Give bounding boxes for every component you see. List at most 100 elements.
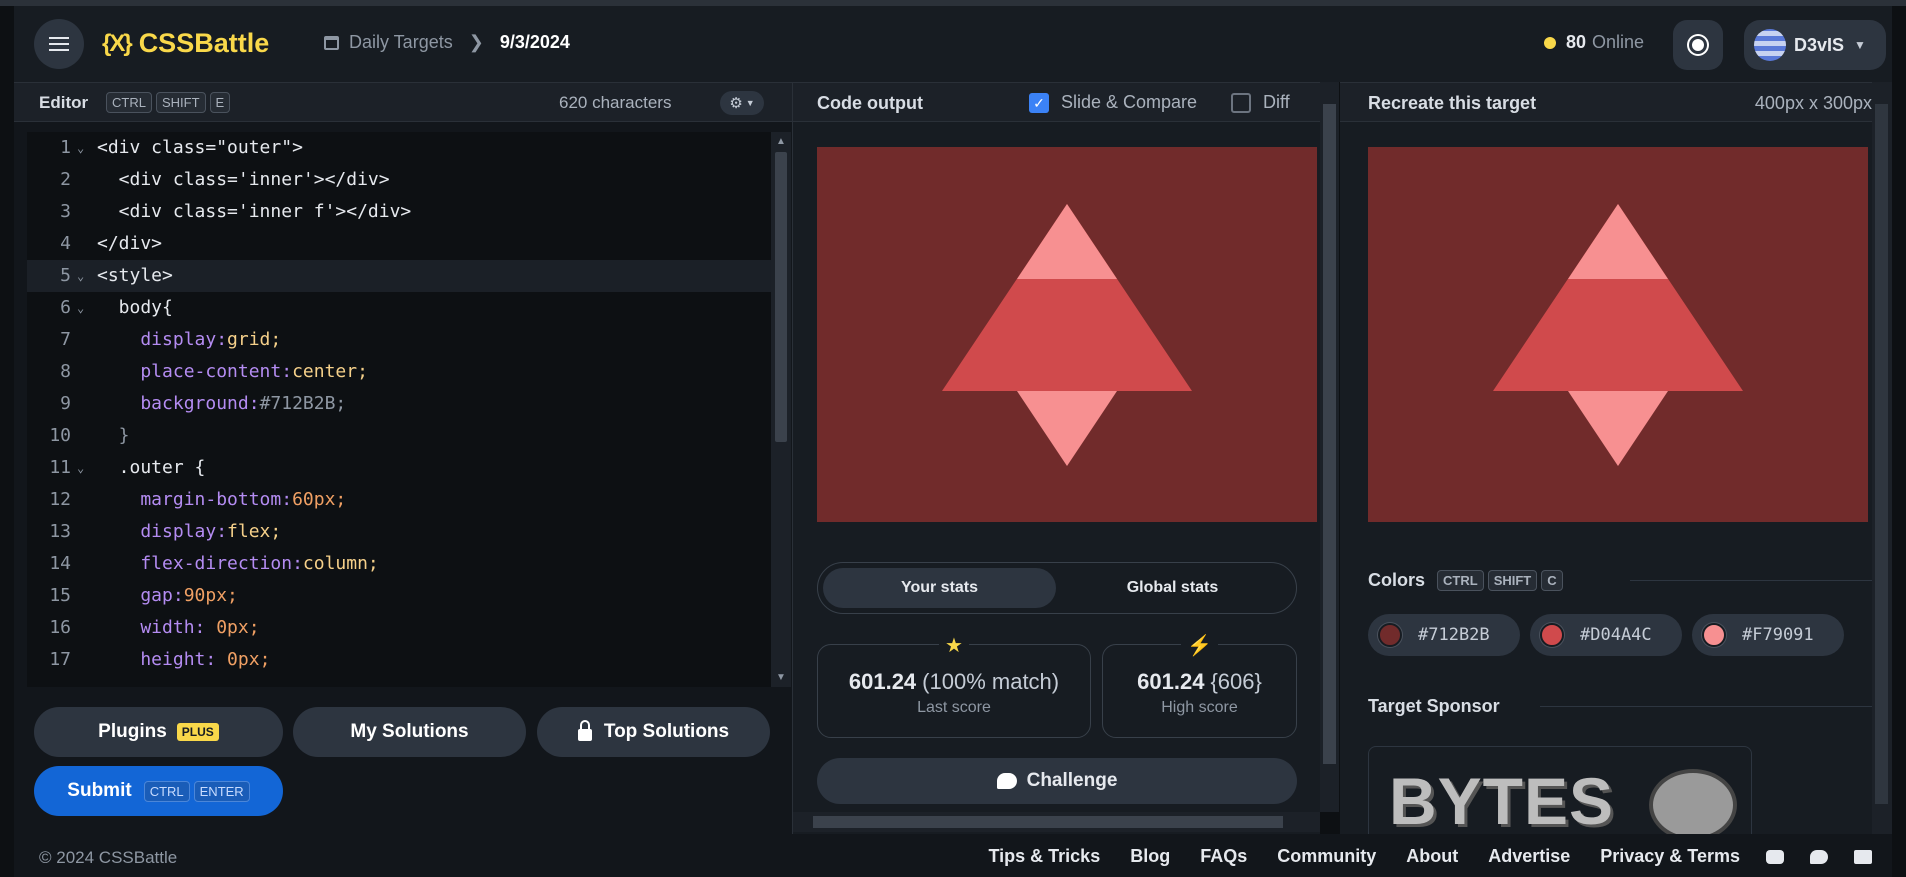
character-count: 620 characters xyxy=(559,93,672,112)
code-property: display: xyxy=(97,521,228,542)
menu-button[interactable] xyxy=(34,19,84,69)
user-menu-button[interactable]: D3vIS ▼ xyxy=(1744,20,1886,70)
scroll-down-icon[interactable]: ▼ xyxy=(776,672,786,683)
my-solutions-button[interactable]: My Solutions xyxy=(293,707,526,757)
gear-icon: ⚙ xyxy=(729,95,743,112)
line-number: 9 xyxy=(60,393,71,414)
color-swatch[interactable]: #712B2B xyxy=(1368,614,1520,656)
breadcrumb-daily-targets[interactable]: Daily Targets xyxy=(349,32,453,53)
footer-link-privacy[interactable]: Privacy & Terms xyxy=(1600,846,1740,867)
submit-button[interactable]: Submit CTRL ENTER xyxy=(34,766,283,816)
fold-icon[interactable]: ⌄ xyxy=(77,132,84,164)
line-number: 13 xyxy=(49,521,71,542)
output-horizontal-scrollbar[interactable] xyxy=(793,812,1320,832)
discord-icon[interactable] xyxy=(1766,849,1784,864)
target-scrollbar[interactable] xyxy=(1872,82,1892,834)
slide-compare-toggle[interactable]: ✓ Slide & Compare xyxy=(1029,92,1198,114)
challenge-label: Challenge xyxy=(1026,770,1118,791)
online-count: 80 xyxy=(1566,32,1587,52)
footer-link-community[interactable]: Community xyxy=(1277,846,1376,867)
scrollbar-thumb[interactable] xyxy=(1875,104,1888,804)
code-property: height: xyxy=(97,649,217,670)
diff-label: Diff xyxy=(1263,92,1290,112)
high-score-card: ⚡ 601.24 {606} High score xyxy=(1102,635,1297,738)
tab-your-stats[interactable]: Your stats xyxy=(823,568,1056,608)
slide-compare-label: Slide & Compare xyxy=(1061,92,1198,112)
fold-icon[interactable]: ⌄ xyxy=(77,452,84,484)
divider xyxy=(1630,580,1872,581)
code-value: 90px; xyxy=(183,585,238,606)
code-line: 4 </div> xyxy=(27,228,783,260)
color-swatch[interactable]: #F79091 xyxy=(1692,614,1844,656)
code-line: 15 gap:90px; xyxy=(27,580,783,612)
divider xyxy=(1540,706,1872,707)
code-text: body{ xyxy=(97,297,173,318)
editor-shortcut: CTRL SHIFT E xyxy=(102,92,231,113)
code-property: place-content: xyxy=(97,361,293,382)
twitter-icon[interactable] xyxy=(1810,849,1828,864)
code-value: 0px; xyxy=(205,617,260,638)
color-hex: #F79091 xyxy=(1742,625,1814,645)
sun-icon xyxy=(1692,39,1704,51)
scrollbar-thumb[interactable] xyxy=(775,152,787,442)
chevron-right-icon: ❯ xyxy=(468,32,484,52)
mouth-icon xyxy=(1649,769,1737,841)
scrollbar-thumb[interactable] xyxy=(1323,104,1336,764)
top-solutions-button[interactable]: Top Solutions xyxy=(537,707,770,757)
submit-label: Submit xyxy=(67,780,132,801)
code-value: grid; xyxy=(227,329,282,350)
footer-link-about[interactable]: About xyxy=(1406,846,1458,867)
last-score-match: (100% match) xyxy=(922,669,1060,694)
target-sponsor-title: Target Sponsor xyxy=(1368,696,1500,716)
footer-link-blog[interactable]: Blog xyxy=(1130,846,1170,867)
plugins-button[interactable]: Plugins PLUS xyxy=(34,707,283,757)
online-dot-icon xyxy=(1544,36,1556,49)
target-image[interactable] xyxy=(1368,147,1868,522)
tab-global-stats[interactable]: Global stats xyxy=(1056,568,1289,608)
mail-icon[interactable] xyxy=(1854,849,1872,864)
lock-icon xyxy=(577,720,592,741)
footer-link-advertise[interactable]: Advertise xyxy=(1488,846,1570,867)
color-swatch[interactable]: #D04A4C xyxy=(1530,614,1682,656)
line-number: 16 xyxy=(49,617,71,638)
scroll-up-icon[interactable]: ▲ xyxy=(776,136,786,147)
line-number: 2 xyxy=(60,169,71,190)
checkbox-unchecked-icon[interactable] xyxy=(1231,93,1251,114)
code-property: display: xyxy=(97,329,228,350)
output-preview[interactable] xyxy=(817,147,1317,522)
chevron-down-icon: ▼ xyxy=(745,98,755,108)
theme-toggle-button[interactable] xyxy=(1673,20,1723,70)
scrollbar-thumb[interactable] xyxy=(813,816,1283,828)
fold-icon[interactable]: ⌄ xyxy=(77,260,84,292)
kbd-c: C xyxy=(1541,570,1563,591)
code-text: <div class='inner'></div> xyxy=(97,169,390,190)
line-number: 6 xyxy=(60,297,71,318)
challenge-button[interactable]: Challenge xyxy=(817,758,1297,804)
calendar-icon xyxy=(324,35,339,50)
checkbox-checked-icon[interactable]: ✓ xyxy=(1029,93,1049,114)
code-line: 2 <div class='inner'></div> xyxy=(27,164,783,196)
plus-badge: PLUS xyxy=(176,723,219,741)
sponsor-banner[interactable]: BYTES xyxy=(1368,746,1752,846)
output-vertical-scrollbar[interactable] xyxy=(1320,82,1339,812)
fold-icon[interactable]: ⌄ xyxy=(77,292,84,324)
chevron-down-icon: ▼ xyxy=(1854,38,1866,52)
output-title: Code output xyxy=(817,93,923,113)
star-icon: ★ xyxy=(818,633,1090,658)
target-bottom-triangle xyxy=(1568,391,1668,466)
editor-settings-button[interactable]: ⚙ ▼ xyxy=(720,91,764,115)
code-value: 60px; xyxy=(292,489,347,510)
footer-link-faqs[interactable]: FAQs xyxy=(1200,846,1247,867)
editor-scrollbar[interactable]: ▲ ▼ xyxy=(771,132,791,687)
kbd-ctrl: CTRL xyxy=(1437,570,1484,591)
code-editor[interactable]: 1 ⌄ <div class="outer"> 2 <div class='inne… xyxy=(27,132,783,687)
online-label: Online xyxy=(1592,32,1645,52)
diff-toggle[interactable]: Diff xyxy=(1231,92,1290,114)
footer-links: Tips & Tricks Blog FAQs Community About … xyxy=(958,846,1872,867)
code-value: flex; xyxy=(227,521,282,542)
output-header: Code output ✓ Slide & Compare Diff xyxy=(793,82,1320,122)
cssbattle-logo[interactable]: {X} CSSBattle xyxy=(102,28,269,59)
kbd-enter: ENTER xyxy=(193,780,250,802)
colors-title: Colors xyxy=(1368,570,1426,590)
footer-link-tips[interactable]: Tips & Tricks xyxy=(988,846,1100,867)
